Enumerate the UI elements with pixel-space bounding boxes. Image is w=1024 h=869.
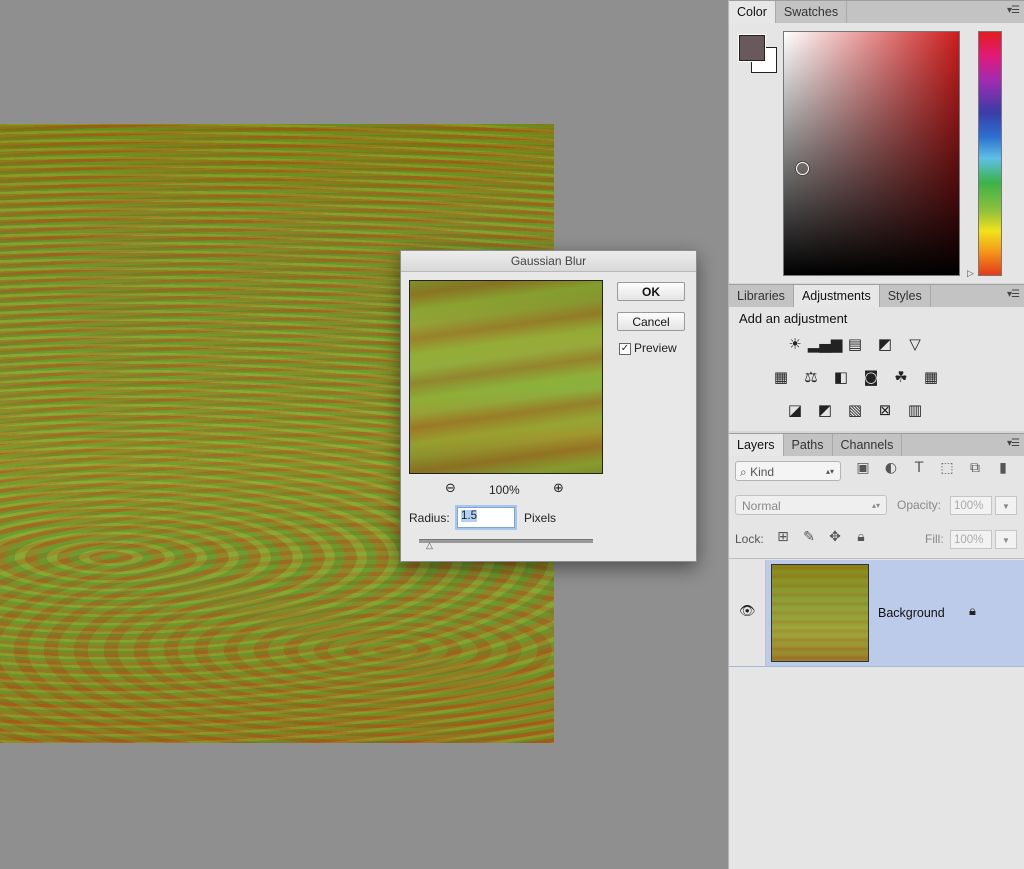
tab-adjustments[interactable]: Adjustments <box>793 285 880 307</box>
brightness-contrast-icon[interactable]: ☀ <box>785 334 805 354</box>
gradient-map-icon[interactable]: ▥ <box>905 400 925 420</box>
dialog-title[interactable]: Gaussian Blur <box>401 251 696 272</box>
layer-visibility-toggle[interactable]: 👁︎ <box>729 560 766 666</box>
panel-menu-icon[interactable]: ▾☰ <box>1007 5 1020 16</box>
lock-label: Lock: <box>735 532 764 546</box>
posterize-icon[interactable]: ◩ <box>815 400 835 420</box>
preview-label: Preview <box>634 341 677 355</box>
curves-icon[interactable]: ▤ <box>845 334 865 354</box>
radius-slider[interactable] <box>419 539 593 543</box>
black-white-icon[interactable]: ◧ <box>831 367 851 387</box>
layer-name[interactable]: Background <box>878 606 945 620</box>
color-balance-icon[interactable]: ⚖ <box>801 367 821 387</box>
layer-row[interactable]: 👁︎ Background 🔒︎ <box>729 560 1024 667</box>
adjustment-layer-filter-icon[interactable]: ◐ <box>883 460 899 476</box>
threshold-icon[interactable]: ▧ <box>845 400 865 420</box>
adjustments-panel: Add an adjustment ☀ ▂▄▆ ▤ ◩ ▽ ▦ ⚖ ◧ ◙ ☘ … <box>729 307 1024 431</box>
right-panel-dock: Color Swatches ▾☰ ▷ Libraries Adjustment… <box>728 0 1024 869</box>
color-panel-tabbar: Color Swatches ▾☰ <box>729 0 1024 24</box>
tab-color[interactable]: Color <box>729 1 776 23</box>
blur-preview[interactable] <box>409 280 603 474</box>
panel-menu-icon[interactable]: ▾☰ <box>1007 438 1020 449</box>
tab-channels[interactable]: Channels <box>833 434 903 456</box>
radius-input[interactable]: 1.5 <box>457 507 515 528</box>
color-lookup-icon[interactable]: ▦ <box>921 367 941 387</box>
fill-label: Fill: <box>925 532 944 546</box>
vibrance-icon[interactable]: ▽ <box>905 334 925 354</box>
picker-cursor-icon[interactable] <box>796 162 809 175</box>
blend-mode-value: Normal <box>742 499 781 513</box>
tab-swatches[interactable]: Swatches <box>776 1 848 23</box>
hue-saturation-icon[interactable]: ▦ <box>771 367 791 387</box>
cancel-button[interactable]: Cancel <box>617 312 685 331</box>
lock-icon[interactable]: 🔒︎ <box>969 604 976 619</box>
levels-icon[interactable]: ▂▄▆ <box>808 334 843 354</box>
search-icon: ⌕ <box>740 465 747 479</box>
photo-filter-icon[interactable]: ◙ <box>861 367 881 387</box>
shape-layer-filter-icon[interactable]: ⬚ <box>939 460 955 476</box>
preview-checkbox[interactable]: ✓ Preview <box>619 341 677 355</box>
adjustments-panel-tabbar: Libraries Adjustments Styles ▾☰ <box>729 284 1024 308</box>
exposure-icon[interactable]: ◩ <box>875 334 895 354</box>
color-picker-field[interactable] <box>783 31 960 276</box>
radius-label: Radius: <box>409 511 450 525</box>
zoom-in-icon[interactable]: ⊕ <box>553 481 564 496</box>
fill-input[interactable]: 100% <box>950 530 992 549</box>
tab-libraries[interactable]: Libraries <box>729 285 794 307</box>
radius-slider-thumb[interactable]: △ <box>426 540 433 551</box>
lock-transparent-pixels-icon[interactable]: ⊞ <box>775 529 791 545</box>
select-arrows-icon: ▴▾ <box>825 467 834 476</box>
select-arrows-icon: ▴▾ <box>871 501 880 510</box>
smart-object-filter-icon[interactable]: ⧉ <box>967 460 983 476</box>
layer-filter-icons: ▣ ◐ T ⬚ ⧉ ▮ <box>855 460 1011 476</box>
lock-position-icon[interactable]: ✥ <box>827 529 843 545</box>
opacity-label: Opacity: <box>897 498 942 512</box>
zoom-out-icon[interactable]: ⊖ <box>445 481 456 496</box>
hue-slider-arrow-icon[interactable]: ▷ <box>967 268 974 279</box>
adjustments-title: Add an adjustment <box>739 311 848 326</box>
tab-layers[interactable]: Layers <box>729 434 784 456</box>
lock-icons: ⊞ ✎ ✥ 🔒︎ <box>775 529 869 545</box>
panel-menu-icon[interactable]: ▾☰ <box>1007 289 1020 300</box>
lock-all-icon[interactable]: 🔒︎ <box>853 529 869 545</box>
radius-units: Pixels <box>524 511 557 525</box>
type-layer-filter-icon[interactable]: T <box>911 460 927 476</box>
tab-paths[interactable]: Paths <box>784 434 833 456</box>
pixel-layer-filter-icon[interactable]: ▣ <box>855 460 871 476</box>
selective-color-icon[interactable]: ⊠ <box>875 400 895 420</box>
color-panel: ▷ <box>729 23 1024 283</box>
opacity-dropdown-icon[interactable]: ▼ <box>995 496 1017 515</box>
hue-slider[interactable] <box>978 31 1002 276</box>
opacity-input[interactable]: 100% <box>950 496 992 515</box>
fill-dropdown-icon[interactable]: ▼ <box>995 530 1017 549</box>
foreground-color-swatch[interactable] <box>738 34 766 62</box>
channel-mixer-icon[interactable]: ☘ <box>891 367 911 387</box>
ok-button[interactable]: OK <box>617 282 685 301</box>
radius-value: 1.5 <box>461 510 477 522</box>
invert-icon[interactable]: ◪ <box>785 400 805 420</box>
filter-toggle-icon[interactable]: ▮ <box>995 460 1011 476</box>
eye-icon[interactable]: 👁︎ <box>739 604 756 619</box>
checkbox-check-icon[interactable]: ✓ <box>619 342 631 355</box>
layer-thumbnail[interactable] <box>771 564 869 662</box>
layers-panel-tabbar: Layers Paths Channels ▾☰ <box>729 433 1024 457</box>
blend-mode-select[interactable]: Normal ▴▾ <box>735 495 887 515</box>
lock-image-pixels-icon[interactable]: ✎ <box>801 529 817 545</box>
tab-styles[interactable]: Styles <box>880 285 931 307</box>
layer-filter-value: Kind <box>750 465 775 479</box>
zoom-level: 100% <box>489 483 520 497</box>
layers-panel: ⌕ Kind ▴▾ ▣ ◐ T ⬚ ⧉ ▮ Normal ▴▾ Opacity:… <box>729 456 1024 869</box>
divider <box>729 558 1024 559</box>
gaussian-blur-dialog: Gaussian Blur ⊖ 100% ⊕ Radius: 1.5 Pixel… <box>400 250 697 562</box>
layer-filter-select[interactable]: ⌕ Kind ▴▾ <box>735 461 841 481</box>
